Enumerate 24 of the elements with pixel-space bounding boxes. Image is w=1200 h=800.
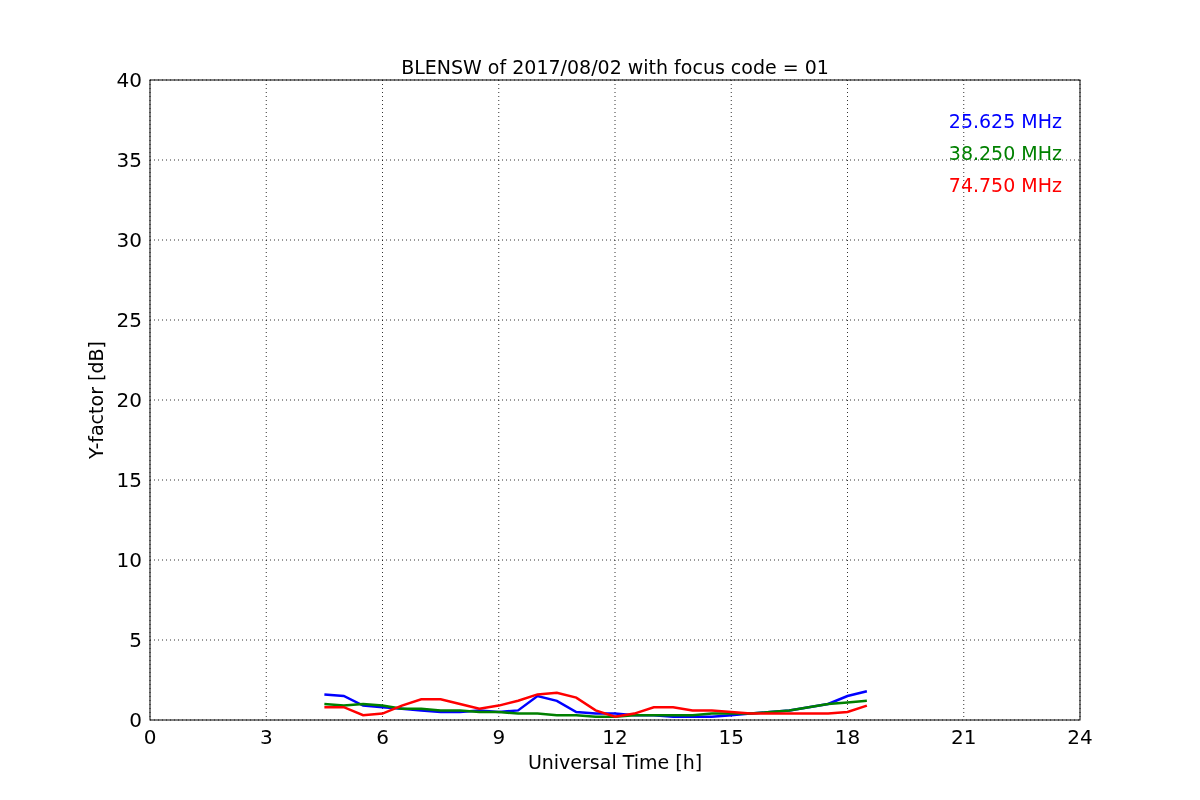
legend-label: 38.250 MHz — [948, 142, 1062, 164]
x-tick-label: 6 — [376, 725, 389, 749]
y-tick-label: 30 — [116, 228, 142, 252]
x-tick-label: 21 — [951, 725, 977, 749]
x-tick-label: 15 — [718, 725, 744, 749]
x-tick-label: 12 — [602, 725, 628, 749]
y-tick-label: 10 — [116, 548, 142, 572]
chart-title: BLENSW of 2017/08/02 with focus code = 01 — [401, 56, 829, 78]
y-tick-label: 35 — [116, 148, 142, 172]
x-tick-label: 24 — [1067, 725, 1093, 749]
y-axis-label: Y-factor [dB] — [85, 341, 107, 459]
x-tick-label: 18 — [834, 725, 861, 749]
x-axis-label: Universal Time [h] — [527, 751, 703, 773]
legend-label: 74.750 MHz — [948, 174, 1062, 196]
x-tick-label: 9 — [492, 725, 506, 749]
y-tick-label: 20 — [116, 388, 142, 412]
y-tick-label: 15 — [116, 468, 142, 492]
y-tick-label: 0 — [129, 708, 142, 732]
x-tick-label: 3 — [259, 725, 273, 749]
legend-label: 25.625 MHz — [948, 110, 1062, 132]
x-tick-label: 0 — [143, 725, 157, 749]
y-tick-label: 25 — [116, 308, 142, 332]
y-tick-label: 5 — [129, 628, 142, 652]
y-tick-label: 40 — [116, 68, 142, 92]
